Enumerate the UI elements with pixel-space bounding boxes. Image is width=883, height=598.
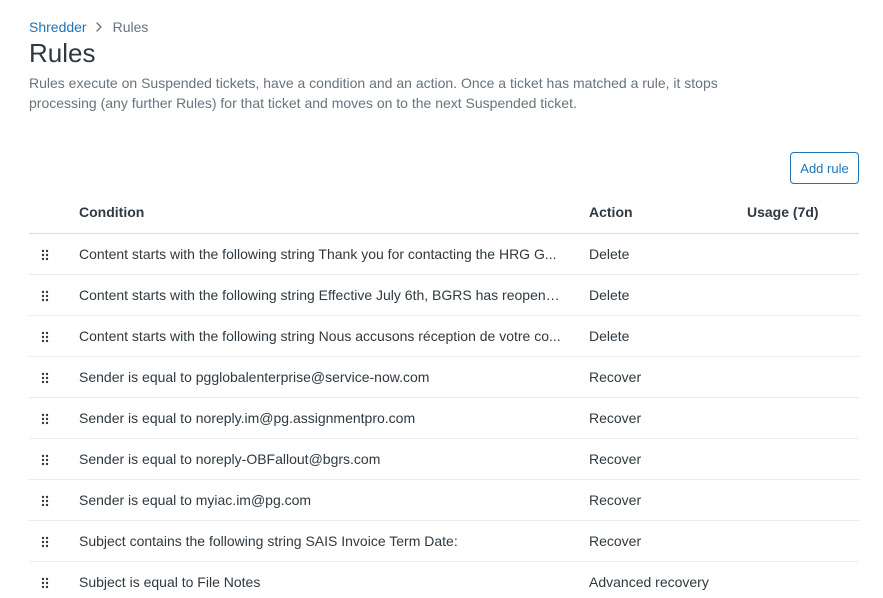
row-handle[interactable]	[29, 397, 79, 439]
row-handle[interactable]	[29, 315, 79, 357]
rule-action: Recover	[589, 356, 747, 398]
table-row[interactable]: Content starts with the following string…	[29, 233, 859, 275]
rules-table-body: Content starts with the following string…	[29, 233, 859, 598]
row-handle[interactable]	[29, 438, 79, 480]
row-handle[interactable]	[29, 561, 79, 598]
rule-usage	[747, 520, 859, 562]
row-handle[interactable]	[29, 520, 79, 562]
rule-condition-cell: Content starts with the following string…	[79, 233, 589, 275]
drag-handle-icon[interactable]	[41, 533, 49, 549]
table-row[interactable]: Subject is equal to File Notes Advanced r…	[29, 561, 859, 598]
rule-condition-cell: Content starts with the following string…	[79, 274, 589, 316]
rule-action: Recover	[589, 479, 747, 521]
rule-condition-cell: Subject is equal to File Notes	[79, 561, 589, 598]
drag-handle-icon[interactable]	[41, 451, 49, 467]
table-row[interactable]: Content starts with the following string…	[29, 315, 859, 357]
table-row[interactable]: Sender is equal to myiac.im@pg.com Recove…	[29, 479, 859, 521]
rule-condition: Sender is equal to noreply.im@pg.assignm…	[79, 409, 416, 426]
rules-page: Shredder Rules Rules Rules execute on Su…	[0, 0, 883, 598]
rule-usage	[747, 438, 859, 480]
rule-usage	[747, 356, 859, 398]
rule-usage	[747, 561, 859, 598]
page-description: Rules execute on Suspended tickets, have…	[29, 75, 718, 111]
rule-action: Recover	[589, 520, 747, 562]
rule-action: Recover	[589, 397, 747, 439]
rule-condition-cell: Subject contains the following string SA…	[79, 520, 589, 562]
row-handle[interactable]	[29, 274, 79, 316]
table-row[interactable]: Sender is equal to noreply-OBFallout@bgr…	[29, 438, 859, 480]
drag-handle-icon[interactable]	[41, 246, 49, 262]
table-row[interactable]: Subject contains the following string SA…	[29, 520, 859, 562]
rule-condition-cell: Sender is equal to noreply-OBFallout@bgr…	[79, 438, 589, 480]
rule-condition-cell: Content starts with the following string…	[79, 315, 589, 357]
rule-action: Delete	[589, 233, 747, 275]
rule-condition-cell: Sender is equal to pgglobalenterprise@se…	[79, 356, 589, 398]
breadcrumb-shredder-link[interactable]: Shredder	[29, 18, 87, 36]
rule-condition: Content starts with the following string…	[79, 245, 557, 262]
row-handle[interactable]	[29, 233, 79, 275]
rules-table: Condition Action Usage (7d) Content star…	[29, 192, 859, 598]
rule-condition: Content starts with the following string…	[79, 327, 561, 344]
rule-condition-cell: Sender is equal to myiac.im@pg.com	[79, 479, 589, 521]
rule-condition-cell: Sender is equal to noreply.im@pg.assignm…	[79, 397, 589, 439]
table-row[interactable]: Sender is equal to noreply.im@pg.assignm…	[29, 397, 859, 439]
page-title: Rules	[29, 38, 96, 68]
handle-column-header	[29, 192, 79, 234]
chevron-right-icon	[91, 19, 107, 35]
table-header-row: Condition Action Usage (7d)	[29, 192, 859, 234]
table-row[interactable]: Content starts with the following string…	[29, 274, 859, 316]
drag-handle-icon[interactable]	[41, 574, 49, 590]
table-row[interactable]: Sender is equal to pgglobalenterprise@se…	[29, 356, 859, 398]
rule-usage	[747, 233, 859, 275]
drag-handle-icon[interactable]	[41, 287, 49, 303]
rule-action: Delete	[589, 274, 747, 316]
drag-handle-icon[interactable]	[41, 369, 49, 385]
action-column-header: Action	[589, 192, 747, 234]
rule-action: Delete	[589, 315, 747, 357]
breadcrumb-current: Rules	[112, 19, 149, 35]
rule-condition: Subject contains the following string SA…	[79, 532, 458, 549]
drag-handle-icon[interactable]	[41, 492, 49, 508]
rule-usage	[747, 479, 859, 521]
usage-column-header: Usage (7d)	[747, 192, 859, 234]
rule-condition: Sender is equal to pgglobalenterprise@se…	[79, 368, 430, 385]
row-handle[interactable]	[29, 356, 79, 398]
condition-column-header: Condition	[79, 192, 589, 234]
rule-condition: Sender is equal to myiac.im@pg.com	[79, 491, 312, 508]
rule-usage	[747, 397, 859, 439]
drag-handle-icon[interactable]	[41, 410, 49, 426]
rule-condition: Content starts with the following string…	[79, 286, 567, 303]
rule-condition: Sender is equal to noreply-OBFallout@bgr…	[79, 450, 381, 467]
rule-condition: Subject is equal to File Notes	[79, 573, 261, 590]
drag-handle-icon[interactable]	[41, 328, 49, 344]
add-rule-button[interactable]: Add rule	[790, 152, 859, 184]
rule-action: Advanced recovery	[589, 561, 747, 598]
rule-usage	[747, 315, 859, 357]
rule-usage	[747, 274, 859, 316]
rule-action: Recover	[589, 438, 747, 480]
row-handle[interactable]	[29, 479, 79, 521]
breadcrumb: Shredder Rules	[29, 18, 148, 36]
